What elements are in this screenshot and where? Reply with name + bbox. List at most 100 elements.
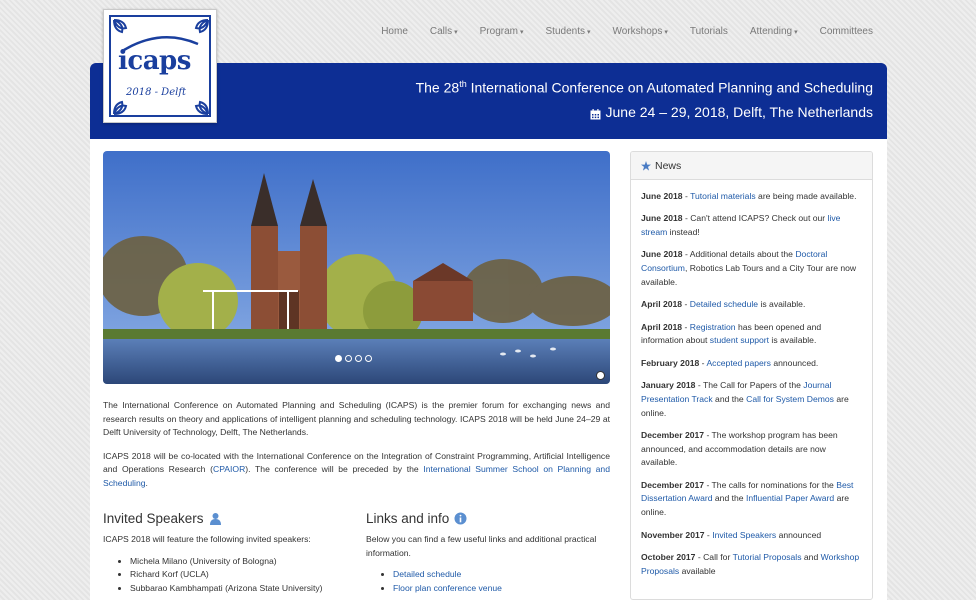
invited-speakers-text: ICAPS 2018 will feature the following in… — [103, 534, 311, 544]
links-list: Detailed schedule Floor plan conference v… — [366, 568, 610, 595]
nav-item-home[interactable]: Home — [370, 26, 419, 37]
news-text: - — [682, 321, 690, 332]
news-text: instead! — [667, 227, 700, 238]
invited-speakers-section: Invited Speakers ICAPS 2018 will feature… — [103, 511, 348, 595]
info-link[interactable]: Floor plan conference venue — [393, 583, 502, 593]
links-info-title: Links and info — [366, 511, 610, 526]
news-link[interactable]: Detailed schedule — [690, 299, 758, 309]
cpaior-link[interactable]: CPAIOR — [213, 464, 245, 474]
news-date: April 2018 — [641, 299, 683, 310]
star-icon — [641, 160, 651, 171]
speaker-item: Subbarao Kambhampati (Arizona State Univ… — [130, 582, 348, 596]
news-link[interactable]: Tutorial materials — [690, 191, 756, 201]
nav-item-committees[interactable]: Committees — [809, 26, 884, 37]
news-text: is available. — [758, 299, 806, 310]
links-info-heading: Links and info — [366, 511, 450, 526]
news-list: June 2018 - Tutorial materials are being… — [631, 180, 872, 578]
nav-item-calls[interactable]: Calls ▾ — [419, 26, 469, 37]
news-item: April 2018 - Detailed schedule is availa… — [641, 298, 862, 312]
nav-item-label: Students — [545, 26, 585, 37]
news-item: October 2017 - Call for Tutorial Proposa… — [641, 551, 862, 578]
news-date: October 2017 — [641, 551, 696, 562]
caret-down-icon: ▾ — [587, 29, 591, 36]
news-date: December 2017 — [641, 429, 705, 440]
news-date: December 2017 — [641, 479, 705, 490]
carousel-indicators — [335, 355, 372, 362]
news-text: and the — [712, 493, 746, 504]
nav-item-program[interactable]: Program ▾ — [469, 26, 535, 37]
caret-down-icon: ▾ — [520, 29, 524, 36]
news-text: - Additional details about the — [682, 249, 796, 260]
news-text: - — [682, 191, 691, 201]
nav-item-tutorials[interactable]: Tutorials — [679, 26, 739, 37]
user-icon — [209, 513, 221, 525]
carousel-dot[interactable] — [355, 355, 362, 362]
top-nav: Home Calls ▾ Program ▾ Students ▾ Workshops ▾ Tut… — [370, 26, 884, 37]
news-panel: News June 2018 - Tutorial materials are … — [630, 151, 873, 600]
nav-item-label: Attending — [749, 26, 793, 37]
news-link[interactable]: Call for System Demos — [746, 394, 834, 404]
news-item: June 2018 - Tutorial materials are being… — [641, 190, 862, 204]
carousel-image-delft-gate — [103, 151, 610, 384]
news-date: January 2018 — [641, 380, 696, 391]
nav-item-label: Calls — [429, 26, 453, 37]
news-link[interactable]: Invited Speakers — [712, 530, 776, 540]
banner-title-text: International Conference on Automated Pl… — [466, 79, 873, 96]
news-link[interactable]: Registration — [690, 322, 736, 332]
news-item: April 2018 - Registration has been opene… — [641, 321, 862, 348]
news-text: and — [801, 551, 821, 562]
news-text: and the — [712, 393, 747, 404]
news-text: are being made available. — [755, 191, 857, 201]
news-item: February 2018 - Accepted papers announce… — [641, 357, 862, 371]
speaker-item: Michela Milano (University of Bologna) — [130, 555, 348, 569]
nav-item-label: Tutorials — [689, 26, 728, 37]
nav-item-attending[interactable]: Attending ▾ — [739, 26, 809, 37]
links-list-item: Floor plan conference venue — [393, 582, 610, 596]
news-date: November 2017 — [641, 529, 705, 540]
intro-text: The International Conference on Automate… — [103, 399, 610, 500]
news-item: June 2018 - Additional details about the… — [641, 248, 862, 289]
intro-p2-text-b: ). The conference will be preceded by th… — [245, 464, 424, 474]
nav-item-workshops[interactable]: Workshops ▾ — [602, 26, 679, 37]
intro-p2-text-c: . — [145, 477, 148, 488]
caret-down-icon: ▾ — [664, 29, 668, 36]
news-item: January 2018 - The Call for Papers of th… — [641, 379, 862, 420]
news-header: News — [631, 152, 872, 180]
info-link[interactable]: Detailed schedule — [393, 569, 461, 579]
news-text: - The calls for nominations for the — [704, 479, 837, 490]
news-link[interactable]: student support — [710, 335, 769, 345]
banner-title-suffix: th — [459, 79, 467, 89]
nav-item-students[interactable]: Students ▾ — [535, 26, 602, 37]
carousel-dot[interactable] — [365, 355, 372, 362]
news-item: November 2017 - Invited Speakers announc… — [641, 529, 862, 543]
photo-carousel[interactable] — [103, 151, 610, 384]
news-text: available — [679, 565, 716, 576]
news-text: announced. — [770, 357, 819, 368]
news-text: - The Call for Papers of the — [695, 380, 804, 391]
news-text: announced — [776, 529, 822, 540]
news-text: is available. — [769, 335, 817, 346]
news-item: June 2018 - Can't attend ICAPS? Check ou… — [641, 212, 862, 239]
news-link[interactable]: Accepted papers — [706, 358, 771, 368]
icaps-logo[interactable]: icaps 2018 - Delft — [103, 9, 217, 123]
invited-speakers-list: Michela Milano (University of Bologna)Ri… — [103, 555, 348, 596]
links-list-item: Detailed schedule — [393, 568, 610, 582]
news-link[interactable]: Influential Paper Award — [746, 493, 834, 503]
invited-speakers-heading: Invited Speakers — [103, 511, 204, 526]
news-link[interactable]: Tutorial Proposals — [733, 552, 802, 562]
calendar-icon — [590, 107, 601, 119]
caret-down-icon: ▾ — [454, 29, 458, 36]
banner-date-text: June 24 – 29, 2018, Delft, The Netherlan… — [605, 104, 873, 120]
news-item: December 2017 - The calls for nomination… — [641, 479, 862, 520]
links-info-text: Below you can find a few useful links an… — [366, 534, 597, 558]
speaker-item: Richard Korf (UCLA) — [130, 568, 348, 582]
banner-title-ordinal: The 28 — [415, 79, 460, 96]
carousel-dot[interactable] — [345, 355, 352, 362]
carousel-dot[interactable] — [335, 355, 342, 362]
news-date: June 2018 — [641, 213, 683, 224]
news-date: June 2018 — [641, 249, 683, 260]
carousel-pause-button[interactable] — [596, 371, 605, 380]
news-date: February 2018 — [641, 357, 700, 368]
links-info-section: Links and info Below you can find a few … — [366, 511, 610, 595]
news-date: June 2018 — [641, 191, 683, 201]
